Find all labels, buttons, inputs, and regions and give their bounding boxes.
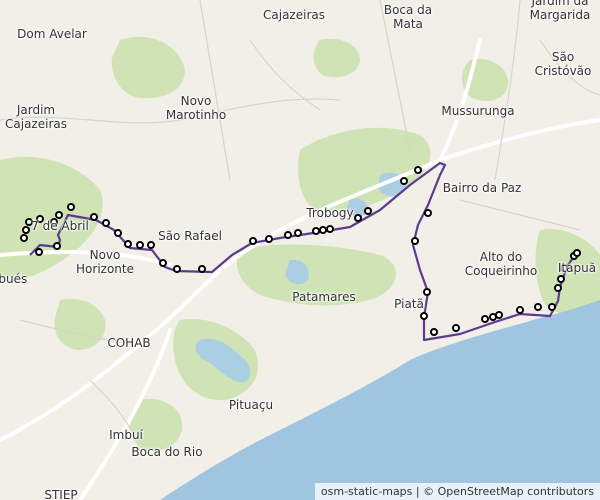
place-label-trobogy: Trobogy bbox=[306, 206, 354, 220]
place-label-alto-do-coqueirinho: Alto do Coqueirinho bbox=[464, 250, 538, 278]
place-label-piata: Piatã bbox=[394, 297, 424, 311]
place-label-jardim-cajazeiras: Jardim Cajazeiras bbox=[5, 103, 67, 131]
place-label-imbui: Imbuí bbox=[109, 428, 143, 442]
place-label-cohab: COHAB bbox=[107, 336, 151, 350]
stop-marker bbox=[102, 219, 110, 227]
stop-marker bbox=[420, 312, 428, 320]
stop-marker bbox=[124, 240, 132, 248]
stop-marker bbox=[159, 259, 167, 267]
place-label-sao-rafael: São Rafael bbox=[158, 229, 222, 243]
place-label-sao-cristovao: São Cristóvão bbox=[534, 50, 592, 78]
stop-marker bbox=[534, 303, 542, 311]
stop-marker bbox=[67, 203, 75, 211]
stop-marker bbox=[294, 229, 302, 237]
map-attribution[interactable]: osm-static-maps | © OpenStreetMap contri… bbox=[314, 483, 600, 500]
map-canvas[interactable]: Cajazeiras Boca da Mata Jardim da Margar… bbox=[0, 0, 600, 500]
place-label-stiep: STIEP bbox=[44, 488, 78, 500]
stop-marker bbox=[495, 311, 503, 319]
place-label-patamares: Patamares bbox=[292, 290, 356, 304]
stop-marker bbox=[548, 303, 556, 311]
place-label-pernambues: Pernambués bbox=[0, 272, 28, 286]
stop-marker bbox=[265, 235, 273, 243]
stop-marker bbox=[147, 241, 155, 249]
place-label-bairro-da-paz: Bairro da Paz bbox=[442, 181, 522, 195]
stop-marker bbox=[20, 234, 28, 242]
stop-marker bbox=[481, 315, 489, 323]
stop-marker bbox=[414, 166, 422, 174]
place-label-cajazeiras: Cajazeiras bbox=[263, 8, 325, 22]
stop-marker bbox=[354, 214, 362, 222]
stop-marker bbox=[136, 241, 144, 249]
stop-marker bbox=[364, 207, 372, 215]
place-label-dom-avelar: Dom Avelar bbox=[17, 27, 87, 41]
place-label-novo-marotinho: Novo Marotinho bbox=[165, 94, 227, 122]
stop-marker bbox=[423, 288, 431, 296]
place-label-mussurunga: Mussurunga bbox=[441, 104, 515, 118]
stop-marker bbox=[573, 249, 581, 257]
stop-marker bbox=[516, 306, 524, 314]
stop-marker bbox=[424, 209, 432, 217]
stop-marker bbox=[55, 211, 63, 219]
stop-marker bbox=[312, 227, 320, 235]
stop-marker bbox=[173, 265, 181, 273]
stop-marker bbox=[198, 265, 206, 273]
stop-marker bbox=[35, 248, 43, 256]
stop-marker bbox=[249, 237, 257, 245]
place-label-boca-do-rio: Boca do Rio bbox=[131, 445, 203, 459]
place-label-novo-horizonte: Novo Horizonte bbox=[76, 248, 134, 276]
stop-marker bbox=[284, 231, 292, 239]
stop-marker bbox=[430, 328, 438, 336]
stop-marker bbox=[326, 225, 334, 233]
stop-marker bbox=[114, 229, 122, 237]
stop-marker bbox=[557, 275, 565, 283]
stop-marker bbox=[90, 213, 98, 221]
place-label-boca-da-mata: Boca da Mata bbox=[383, 3, 433, 31]
place-label-pituacu: Pituaçu bbox=[228, 398, 274, 412]
place-label-jardim-margarida: Jardim da Margarida bbox=[529, 0, 591, 22]
place-label-itapua: Itapuã bbox=[557, 261, 597, 275]
place-label-sete-de-abril: 7 de Abril bbox=[31, 219, 89, 233]
stop-marker bbox=[554, 284, 562, 292]
stop-marker bbox=[22, 226, 30, 234]
stop-marker bbox=[452, 324, 460, 332]
stop-marker bbox=[411, 237, 419, 245]
stop-marker bbox=[319, 226, 327, 234]
stop-marker bbox=[53, 242, 61, 250]
stop-marker bbox=[400, 177, 408, 185]
